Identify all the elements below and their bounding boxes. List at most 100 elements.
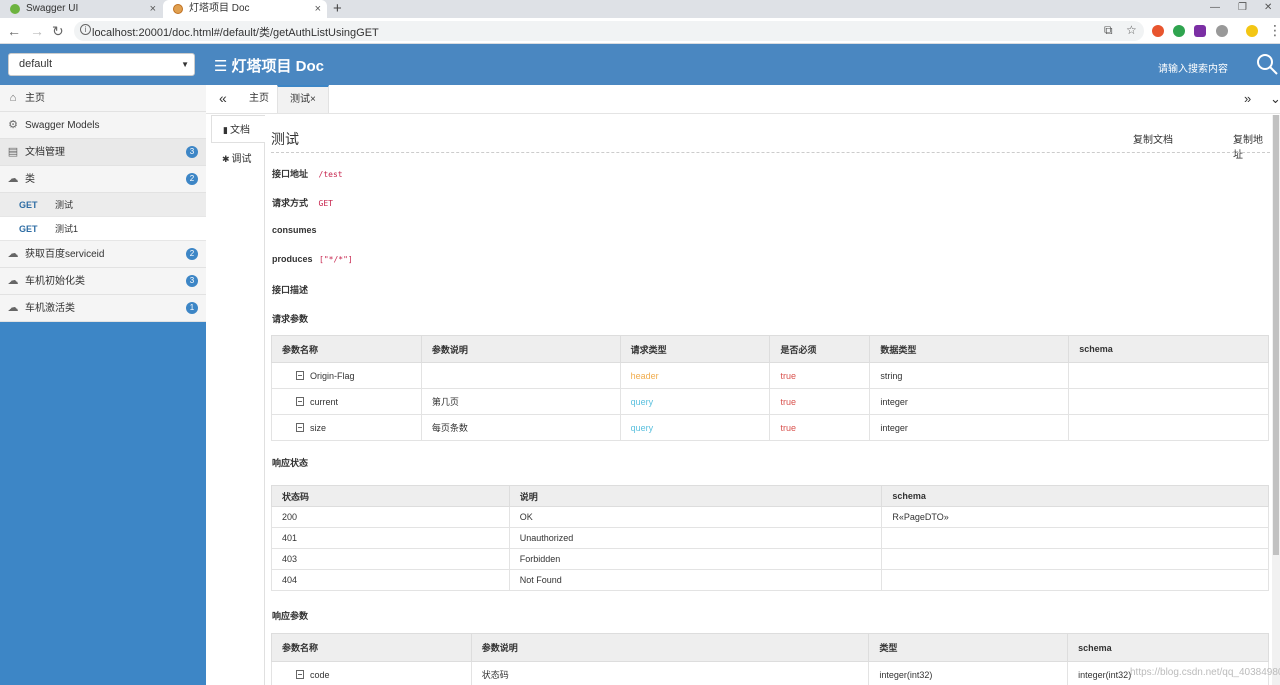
column-header: 参数说明 — [470, 633, 870, 662]
param-in: query — [619, 414, 771, 441]
sidebar-item-swagger-models[interactable]: ⚙ Swagger Models — [0, 112, 206, 139]
doc-favicon-icon — [173, 4, 183, 14]
table-row: 404 Not Found — [271, 569, 1269, 591]
sidebar-item-class[interactable]: ☁ 类 2 — [0, 166, 206, 193]
extension-icon[interactable] — [1152, 25, 1164, 37]
sidebar-op-test1[interactable]: GET 测试1 — [0, 217, 206, 241]
copy-doc-button[interactable]: 复制文档 — [1133, 131, 1173, 146]
evernote-extension-icon[interactable] — [1173, 25, 1185, 37]
new-tab-button[interactable]: + — [333, 0, 342, 17]
url-text[interactable]: localhost:20001/doc.html#/default/类/getA… — [92, 24, 379, 40]
copy-address-button[interactable]: 复制地址 — [1233, 131, 1271, 161]
browser-menu-icon[interactable]: ⋮ — [1268, 21, 1280, 39]
column-header: 类型 — [868, 633, 1069, 662]
sidebar-item-car-activate[interactable]: ☁ 车机激活类 1 — [0, 295, 206, 322]
operation-label: 测试 — [55, 200, 74, 210]
close-icon[interactable]: × — [315, 0, 321, 18]
info-icon[interactable]: i — [80, 24, 91, 35]
minimize-button[interactable]: — — [1210, 0, 1220, 16]
count-badge: 3 — [186, 146, 198, 158]
http-method-badge: GET — [19, 224, 38, 234]
search-input[interactable]: 请输入搜索内容 — [1158, 60, 1228, 75]
restore-button[interactable]: ❐ — [1238, 0, 1247, 16]
tab-debug[interactable]: ✱ 调试 — [211, 145, 264, 173]
sidebar-item-home[interactable]: ⌂ 主页 — [0, 85, 206, 112]
operation-title: 测试 — [271, 131, 299, 147]
param-name-cell: Origin-Flag — [271, 362, 422, 389]
sidebar-item-label: 主页 — [25, 93, 45, 104]
tab-home[interactable]: 主页 — [237, 85, 281, 113]
param-name-cell: size — [271, 414, 422, 441]
column-header: 状态码 — [271, 485, 510, 507]
table-row: 200 OK R«PageDTO» — [271, 506, 1269, 528]
bookmark-star-icon[interactable]: ☆ — [1126, 23, 1137, 37]
extension-icon[interactable] — [1216, 25, 1228, 37]
table-header-row: 参数名称 参数说明 请求类型 是否必须 数据类型 schema — [271, 335, 1269, 363]
file-icon: ▤ — [7, 146, 19, 158]
collapse-sidebar-button[interactable]: « — [219, 90, 227, 106]
table-row: code 状态码 integer(int32) integer(int32) — [271, 661, 1269, 685]
group-select[interactable]: default ▼ — [8, 53, 195, 76]
close-icon[interactable]: × — [150, 0, 156, 18]
status-schema — [881, 527, 1269, 549]
search-icon[interactable] — [1256, 53, 1278, 75]
back-arrow-icon[interactable]: ← — [7, 22, 21, 40]
browser-tab-swagger-ui[interactable]: Swagger UI × — [0, 0, 162, 18]
extension-icon[interactable] — [1194, 25, 1206, 37]
sidebar-item-doc-management[interactable]: ▤ 文档管理 3 — [0, 139, 206, 166]
window-close-button[interactable]: ✕ — [1264, 0, 1272, 16]
app-header: default ▼ ☰ 灯塔项目 Doc 请输入搜索内容 — [0, 44, 1280, 85]
param-required: true — [769, 388, 871, 415]
extension-icon[interactable] — [1246, 25, 1258, 37]
home-icon: ⌂ — [9, 92, 17, 104]
sidebar-op-test[interactable]: GET 测试 — [0, 193, 206, 217]
response-status-table: 状态码 说明 schema 200 OK R«PageDTO» 401 Unau… — [271, 485, 1269, 591]
column-header: 数据类型 — [869, 335, 1070, 363]
column-header: 参数名称 — [271, 633, 472, 662]
param-type: integer — [869, 414, 1070, 441]
translate-icon[interactable]: ⧉ — [1104, 23, 1113, 38]
sidebar-item-label: 获取百度serviceid — [25, 249, 105, 260]
forward-arrow-icon[interactable]: → — [30, 22, 44, 40]
param-schema — [1068, 414, 1269, 441]
reload-icon[interactable]: ↻ — [52, 22, 64, 40]
param-name: Origin-Flag — [310, 370, 355, 381]
tab-scroll-right-button[interactable]: » — [1244, 85, 1251, 113]
param-name: size — [310, 422, 327, 433]
table-row: 401 Unauthorized — [271, 527, 1269, 549]
response-status-label: 响应状态 — [272, 458, 309, 468]
table-row: Origin-Flag header true string — [271, 362, 1269, 389]
table-row: 403 Forbidden — [271, 548, 1269, 570]
menu-icon[interactable]: ☰ — [214, 58, 227, 75]
tab-test[interactable]: 测试× — [277, 85, 329, 113]
page-scrollbar[interactable] — [1272, 115, 1280, 685]
response-params-label: 响应参数 — [272, 611, 309, 621]
param-desc — [420, 362, 621, 389]
gear-icon: ⚙ — [8, 119, 18, 131]
sidebar-item-baidu-serviceid[interactable]: ☁ 获取百度serviceid 2 — [0, 241, 206, 268]
address-bar[interactable]: i localhost:20001/doc.html#/default/类/ge… — [74, 21, 1144, 41]
sidebar-item-car-init[interactable]: ☁ 车机初始化类 3 — [0, 268, 206, 295]
param-in: header — [619, 362, 771, 389]
operation-label: 测试1 — [55, 224, 79, 234]
scrollbar-thumb[interactable] — [1273, 115, 1279, 555]
file-icon — [296, 669, 304, 679]
tab-menu-button[interactable]: ⌄ — [1270, 85, 1280, 113]
param-in: query — [619, 388, 771, 415]
cloud-icon: ☁ — [7, 173, 19, 185]
request-method: 请求方式 GET — [272, 196, 333, 209]
browser-tab-title: Swagger UI — [26, 3, 79, 14]
status-code: 404 — [271, 569, 510, 591]
content-tabbar: « 主页 测试× » ⌄ — [206, 85, 1280, 114]
param-name-cell: current — [271, 388, 422, 415]
status-desc: Forbidden — [508, 548, 883, 570]
cloud-icon: ☁ — [7, 248, 19, 260]
column-header: schema — [1068, 335, 1269, 363]
tab-doc[interactable]: ▮ 文档 — [211, 115, 265, 143]
browser-tab-doc[interactable]: 灯塔项目 Doc × — [163, 0, 327, 18]
file-icon — [296, 396, 304, 406]
count-badge: 2 — [186, 248, 198, 260]
param-required: true — [769, 414, 871, 441]
file-icon — [296, 422, 304, 432]
column-header: 参数名称 — [271, 335, 422, 363]
